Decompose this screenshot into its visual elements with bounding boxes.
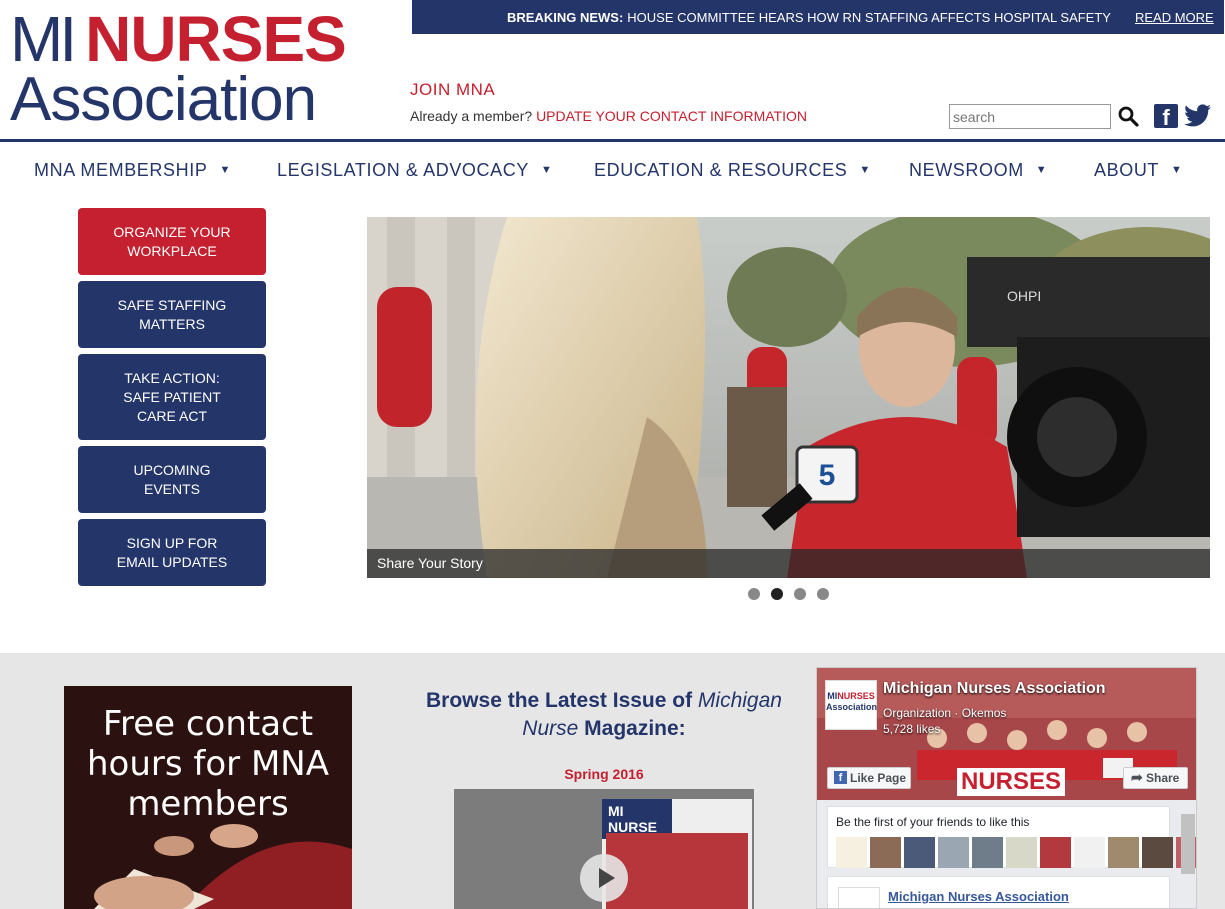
facebook-post: Michigan Nurses Association bbox=[827, 876, 1170, 908]
slider-dot[interactable] bbox=[794, 588, 806, 600]
post-author-name[interactable]: Michigan Nurses Association bbox=[888, 889, 1069, 904]
header-divider bbox=[0, 139, 1225, 142]
caret-down-icon: ▼ bbox=[219, 164, 231, 176]
slide-caption[interactable]: Share Your Story bbox=[367, 549, 1210, 578]
facebook-icon[interactable]: f bbox=[1154, 104, 1178, 128]
friend-avatar[interactable] bbox=[870, 837, 901, 868]
logo-association: Association bbox=[10, 65, 317, 134]
nav-about[interactable]: ABOUT ▼ bbox=[1094, 160, 1183, 181]
nav-newsroom[interactable]: NEWSROOM ▼ bbox=[909, 160, 1047, 181]
play-icon bbox=[599, 868, 615, 888]
caret-down-icon: ▼ bbox=[859, 164, 871, 176]
logo-line-1: MI NURSES bbox=[10, 6, 347, 72]
facebook-page-logo[interactable]: MINURSES Association bbox=[825, 680, 877, 730]
slider-pagination bbox=[748, 588, 829, 600]
breaking-news-label: BREAKING NEWS: bbox=[507, 9, 624, 25]
caret-down-icon: ▼ bbox=[1035, 164, 1048, 176]
organize-workplace-button[interactable]: ORGANIZE YOUR WORKPLACE bbox=[78, 208, 266, 275]
friend-avatar[interactable] bbox=[1040, 837, 1071, 868]
update-contact-link[interactable]: UPDATE YOUR CONTACT INFORMATION bbox=[536, 108, 807, 124]
post-author-logo bbox=[838, 887, 880, 908]
nav-education-resources[interactable]: EDUCATION & RESOURCES ▼ bbox=[594, 160, 871, 181]
twitter-icon[interactable] bbox=[1184, 104, 1212, 128]
take-action-button[interactable]: TAKE ACTION: SAFE PATIENT CARE ACT bbox=[78, 354, 266, 440]
friend-avatar[interactable] bbox=[972, 837, 1003, 868]
browse-prefix: Browse the Latest Issue of bbox=[426, 689, 698, 712]
mic-flag-label: 5 bbox=[819, 459, 836, 492]
fb-logo-association: Association bbox=[826, 702, 878, 712]
facebook-scrollbar[interactable] bbox=[1181, 814, 1195, 874]
facebook-cover: MINURSES Association Michigan Nurses Ass… bbox=[817, 668, 1196, 800]
mna-logo[interactable]: MI NURSES Association bbox=[10, 6, 380, 132]
magazine-viewer[interactable]: MI NURSE bbox=[454, 789, 754, 909]
friends-like-text: Be the first of your friends to like thi… bbox=[836, 815, 1030, 829]
breaking-news-text: HOUSE COMMITTEE HEARS HOW RN STAFFING AF… bbox=[627, 9, 1111, 25]
page: MI NURSES Association BREAKING NEWS: HOUS… bbox=[0, 0, 1225, 909]
member-update-line: Already a member? UPDATE YOUR CONTACT IN… bbox=[410, 108, 807, 124]
search-icon[interactable] bbox=[1118, 106, 1140, 128]
already-member-text: Already a member? bbox=[410, 108, 533, 124]
free-contact-hours-promo[interactable]: Free contact hours for MNA members bbox=[64, 686, 352, 909]
slider-dot[interactable] bbox=[748, 588, 760, 600]
slider-dot-active[interactable] bbox=[771, 588, 783, 600]
camera-brand-label: OHPI bbox=[1007, 288, 1041, 304]
share-button-label: Share bbox=[1146, 771, 1180, 785]
friend-thumbnails bbox=[836, 837, 1196, 868]
caret-down-icon: ▼ bbox=[1171, 164, 1183, 176]
main-nav: MNA MEMBERSHIP ▼ LEGISLATION & ADVOCACY ▼ … bbox=[0, 160, 1225, 188]
fb-logo-mi: MI bbox=[827, 691, 838, 701]
nav-label: ABOUT bbox=[1094, 160, 1160, 180]
email-updates-button[interactable]: SIGN UP FOR EMAIL UPDATES bbox=[78, 519, 266, 586]
friend-avatar[interactable] bbox=[1142, 837, 1173, 868]
nav-mna-membership[interactable]: MNA MEMBERSHIP ▼ bbox=[34, 160, 231, 181]
friend-avatar[interactable] bbox=[1074, 837, 1105, 868]
facebook-feed: Be the first of your friends to like thi… bbox=[817, 800, 1196, 908]
nav-label: EDUCATION & RESOURCES bbox=[594, 160, 848, 180]
safe-staffing-button[interactable]: SAFE STAFFING MATTERS bbox=[78, 281, 266, 348]
facebook-friends-box: Be the first of your friends to like thi… bbox=[827, 806, 1196, 868]
friend-avatar[interactable] bbox=[836, 837, 867, 868]
facebook-page-widget: MINURSES Association Michigan Nurses Ass… bbox=[816, 667, 1197, 909]
facebook-page-meta: Organization · Okemos bbox=[883, 706, 1007, 720]
friend-avatar[interactable] bbox=[1108, 837, 1139, 868]
nav-legislation-advocacy[interactable]: LEGISLATION & ADVOCACY ▼ bbox=[277, 160, 552, 181]
slider-dot[interactable] bbox=[817, 588, 829, 600]
nav-label: NEWSROOM bbox=[909, 160, 1024, 180]
promo-text: Free contact hours for MNA members bbox=[87, 704, 329, 824]
share-arrow-icon: ➦ bbox=[1131, 769, 1143, 785]
join-mna-link[interactable]: JOIN MNA bbox=[410, 80, 495, 100]
nav-label: MNA MEMBERSHIP bbox=[34, 160, 208, 180]
facebook-small-icon: f bbox=[834, 771, 847, 784]
magazine-issue-label: Spring 2016 bbox=[564, 766, 644, 782]
read-more-link[interactable]: READ MORE bbox=[1135, 10, 1214, 25]
slide-photo: 5 OHPI bbox=[367, 217, 1210, 578]
magazine-heading: Browse the Latest Issue of Michigan Nurs… bbox=[410, 687, 798, 743]
friend-avatar[interactable] bbox=[904, 837, 935, 868]
breaking-news-bar: BREAKING NEWS: HOUSE COMMITTEE HEARS HOW… bbox=[412, 0, 1224, 34]
friend-avatar[interactable] bbox=[1006, 837, 1037, 868]
facebook-likes-count: 5,728 likes bbox=[883, 722, 941, 736]
upcoming-events-button[interactable]: UPCOMING EVENTS bbox=[78, 446, 266, 513]
like-button-label: Like Page bbox=[850, 771, 907, 785]
facebook-share-button[interactable]: ➦ Share bbox=[1123, 767, 1188, 789]
facebook-like-button[interactable]: f Like Page bbox=[827, 767, 911, 789]
search-input[interactable] bbox=[949, 104, 1111, 129]
browse-suffix: Magazine: bbox=[578, 717, 686, 740]
friend-avatar[interactable] bbox=[938, 837, 969, 868]
facebook-page-name[interactable]: Michigan Nurses Association bbox=[883, 680, 1106, 698]
play-button[interactable] bbox=[580, 854, 628, 902]
hero-slider[interactable]: 5 OHPI Share Your Story bbox=[367, 217, 1210, 578]
caret-down-icon: ▼ bbox=[540, 164, 553, 176]
facebook-banner-text: NURSES bbox=[957, 768, 1066, 796]
nav-label: LEGISLATION & ADVOCACY bbox=[277, 160, 529, 180]
fb-logo-nurses: NURSES bbox=[837, 691, 875, 701]
